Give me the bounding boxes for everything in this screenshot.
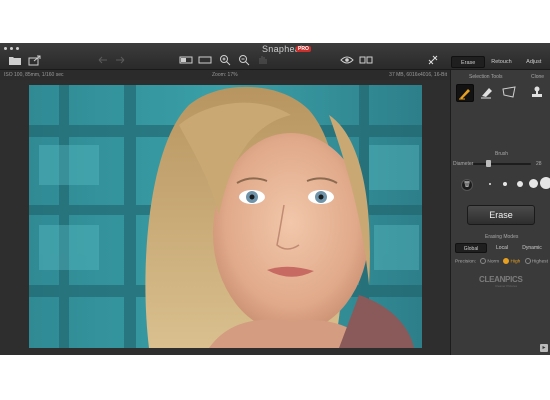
selection-tools-label: Selection Tools	[469, 74, 503, 80]
precision-label: Precision:	[455, 259, 477, 265]
precision-highest-label: Highest	[531, 259, 548, 265]
diameter-label: Diameter	[453, 161, 474, 167]
export-icon[interactable]	[28, 54, 42, 66]
photo-image	[29, 85, 422, 348]
diameter-slider[interactable]	[473, 163, 531, 165]
fit-icon[interactable]	[198, 54, 212, 66]
zoom-out-icon[interactable]	[237, 54, 251, 66]
trash-icon[interactable]: 🗑	[461, 179, 473, 191]
portrait-photo[interactable]	[29, 85, 422, 348]
precision-options: Precision: Norm High Highest	[455, 258, 548, 264]
erasing-modes: Global Local Dynamic	[455, 243, 547, 253]
brush-label: Brush	[495, 151, 509, 157]
stamp-icon	[532, 86, 542, 97]
diameter-slider-knob[interactable]	[485, 160, 491, 167]
tab-erase[interactable]: Erase	[451, 56, 486, 68]
eye-icon[interactable]	[340, 54, 354, 66]
lasso-icon	[502, 86, 516, 98]
brush-size-4[interactable]	[529, 179, 538, 188]
mode-local[interactable]: Local	[487, 243, 517, 253]
undo-icon[interactable]	[95, 54, 109, 66]
pro-badge: PRO	[296, 46, 311, 52]
compare-icon[interactable]	[179, 54, 193, 66]
side-panel: Selection Tools Clone Brush Diameter 28 …	[450, 70, 550, 355]
precision-high-label: High	[510, 259, 521, 265]
file-info: 37 MB, 6016x4016, 16-Bit	[389, 72, 447, 78]
eraser-tool-button[interactable]	[479, 84, 495, 100]
radio-norm[interactable]	[480, 258, 487, 264]
zoom-in-icon[interactable]	[218, 54, 232, 66]
brush-size-1[interactable]	[489, 183, 491, 185]
tab-adjust[interactable]: Adjust	[518, 56, 550, 68]
lasso-tool-button[interactable]	[501, 84, 517, 100]
radio-highest[interactable]	[524, 258, 531, 264]
title-bar: Snapheal PRO Erase Retouch Adjust	[0, 43, 550, 70]
brush-tool-button[interactable]	[456, 84, 474, 102]
app-window: Snapheal PRO Erase Retouch Adjust ISO 10…	[0, 43, 550, 355]
minimize-window-button[interactable]	[10, 47, 13, 50]
zoom-level: Zoom: 17%	[212, 72, 238, 78]
mode-tabs: Erase Retouch Adjust	[451, 56, 550, 68]
brush-sizes: 🗑	[459, 176, 550, 192]
help-icon[interactable]: ▸	[540, 344, 548, 352]
radio-high[interactable]	[503, 258, 510, 264]
erasing-modes-label: Erasing Modes	[485, 234, 519, 240]
eraser-icon	[481, 88, 492, 99]
cleanpics-logo: CLEANPICS	[479, 275, 523, 284]
brush-size-5[interactable]	[540, 177, 550, 189]
hand-icon[interactable]	[256, 54, 270, 66]
cleanpics-tagline: Cleaner Pictures	[495, 284, 518, 288]
precision-norm-label: Norm	[487, 259, 500, 265]
clone-label: Clone	[531, 74, 545, 80]
split-view-icon[interactable]	[359, 54, 373, 66]
brush-icon	[459, 89, 470, 100]
zoom-window-button[interactable]	[16, 47, 19, 50]
tab-retouch[interactable]: Retouch	[485, 56, 517, 68]
info-bar: ISO 100, 85mm, 1/160 sec Zoom: 17% 37 MB…	[0, 70, 450, 80]
exif-info: ISO 100, 85mm, 1/160 sec	[4, 72, 64, 78]
clone-stamp-button[interactable]	[529, 84, 545, 100]
image-canvas[interactable]	[0, 80, 450, 355]
mode-dynamic[interactable]: Dynamic	[517, 243, 547, 253]
tools-icon[interactable]	[426, 54, 440, 66]
brush-size-3[interactable]	[517, 181, 523, 187]
brush-size-2[interactable]	[503, 182, 507, 186]
window-controls[interactable]	[4, 47, 19, 50]
erase-button[interactable]: Erase	[467, 205, 535, 225]
mode-global[interactable]: Global	[455, 243, 487, 253]
diameter-value: 28	[536, 161, 542, 167]
close-window-button[interactable]	[4, 47, 7, 50]
redo-icon[interactable]	[114, 54, 128, 66]
open-icon[interactable]	[8, 54, 22, 66]
